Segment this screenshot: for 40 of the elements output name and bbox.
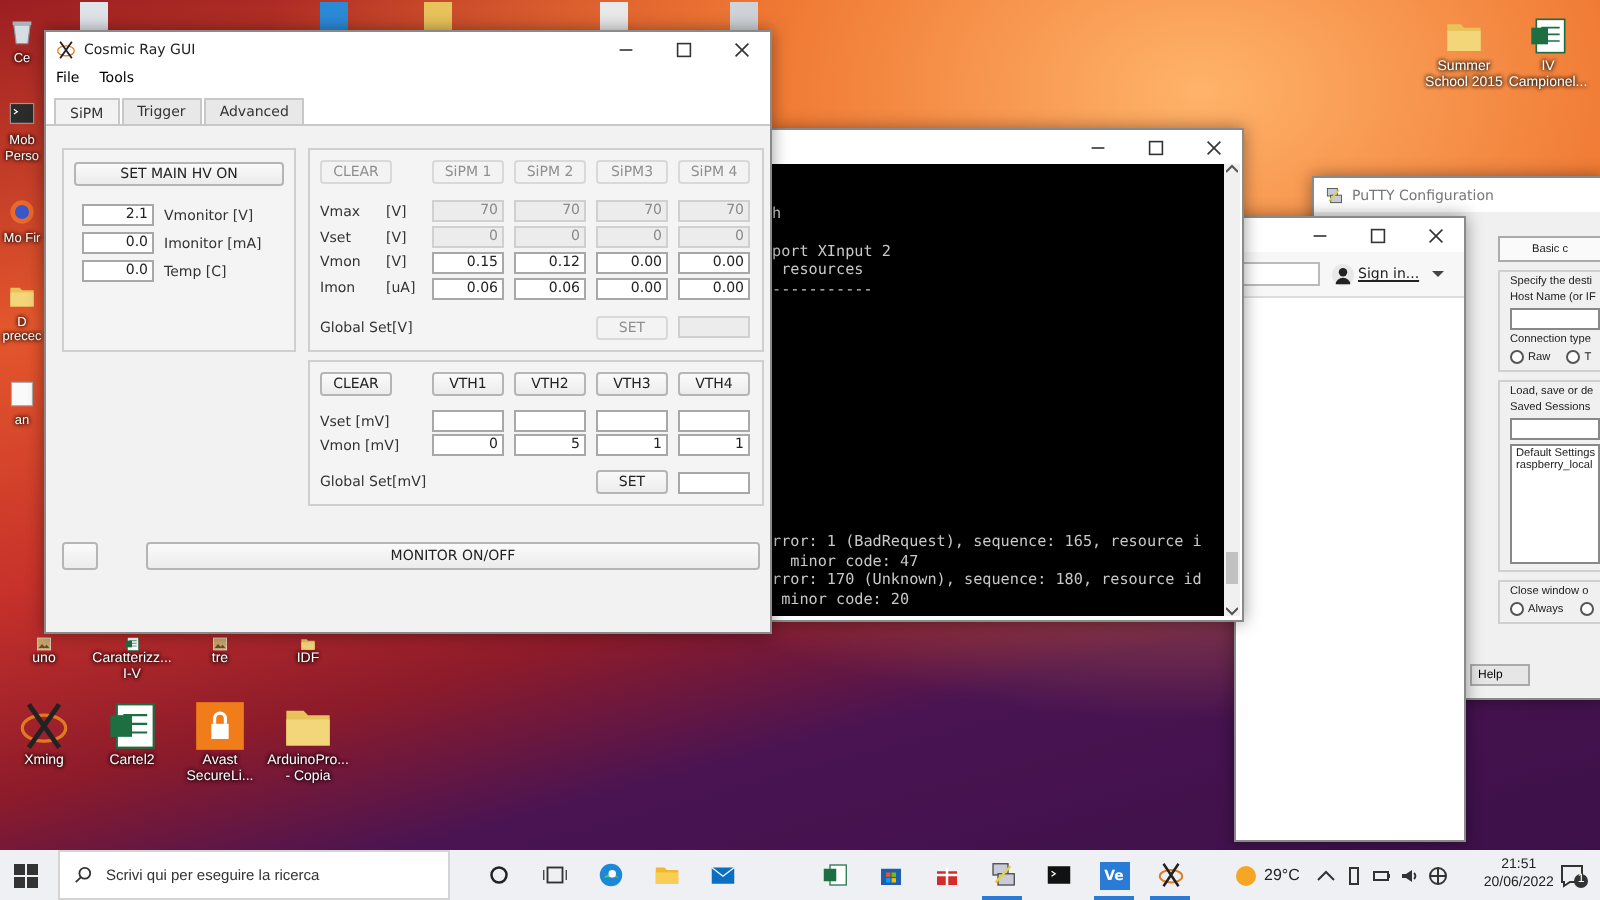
- spreadsheet-icon[interactable]: [106, 697, 158, 754]
- device-icon[interactable]: [1343, 865, 1364, 885]
- close-icon[interactable]: [1205, 139, 1221, 155]
- terminal-icon[interactable]: [1043, 860, 1073, 890]
- x-logo-icon[interactable]: [1155, 860, 1185, 890]
- computer-icon: [1324, 185, 1344, 205]
- scrollbar[interactable]: [1224, 164, 1240, 616]
- browser-icon[interactable]: [595, 860, 625, 890]
- scrollbar-thumb[interactable]: [1226, 552, 1238, 584]
- value-field[interactable]: [596, 410, 668, 432]
- computer-icon[interactable]: [987, 860, 1017, 890]
- radio-button[interactable]: [1566, 350, 1581, 364]
- chevron-up-icon[interactable]: [1315, 865, 1336, 885]
- spreadsheet-icon[interactable]: [819, 860, 849, 890]
- globe-icon[interactable]: [1427, 865, 1448, 885]
- session-name-field[interactable]: [1510, 418, 1600, 440]
- maximize-icon[interactable]: [1369, 227, 1385, 243]
- value-field[interactable]: [678, 410, 750, 432]
- host-name-field[interactable]: [1510, 308, 1600, 330]
- x-logo-icon: [56, 39, 76, 59]
- weather-text[interactable]: 29°C: [1264, 866, 1300, 884]
- value-field[interactable]: [514, 410, 586, 432]
- maximize-icon[interactable]: [675, 41, 691, 57]
- radio-button[interactable]: [1510, 602, 1524, 616]
- notification-icon[interactable]: [1560, 863, 1584, 887]
- maximize-icon[interactable]: [1147, 139, 1163, 155]
- radio-button[interactable]: [1510, 350, 1524, 364]
- windows-icon[interactable]: [14, 863, 38, 887]
- speaker-icon[interactable]: [1399, 865, 1420, 885]
- battery-icon[interactable]: [1371, 865, 1392, 885]
- radio-button[interactable]: [1579, 602, 1594, 616]
- arrow-up-icon[interactable]: [1226, 164, 1238, 176]
- arrow-down-icon[interactable]: [1226, 604, 1238, 616]
- value-field[interactable]: [432, 410, 504, 432]
- close-icon[interactable]: [733, 41, 749, 57]
- value-field[interactable]: [678, 471, 750, 493]
- lock-icon[interactable]: [194, 697, 246, 754]
- close-icon[interactable]: [1427, 227, 1443, 243]
- caret-icon: [1431, 268, 1444, 280]
- person-icon: [1332, 263, 1354, 285]
